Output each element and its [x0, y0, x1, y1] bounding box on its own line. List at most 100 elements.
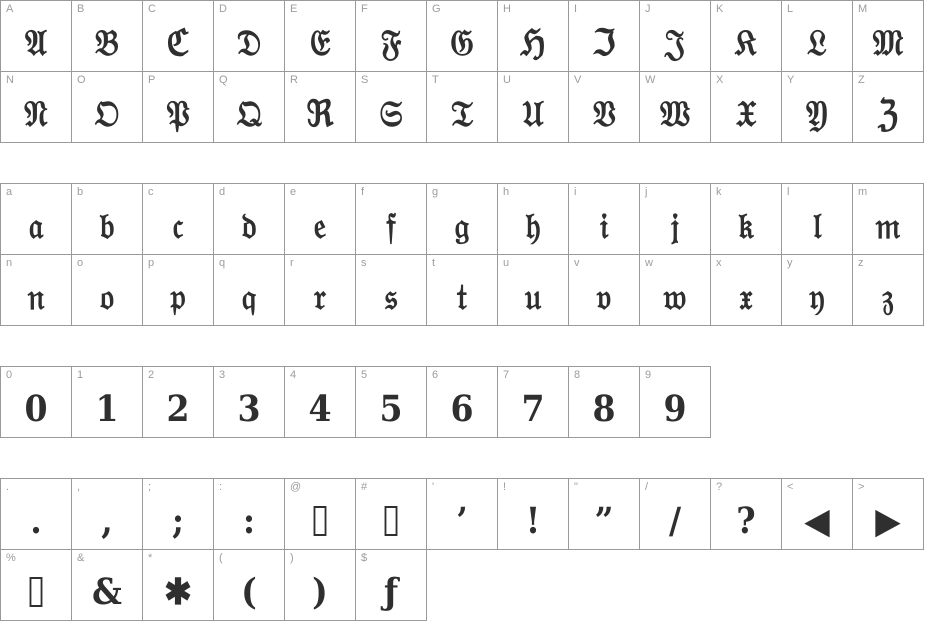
- glyph-sample: ▶: [875, 500, 901, 542]
- glyph-sample: 𝔣: [386, 205, 396, 247]
- glyph-cell[interactable]: N𝔑: [0, 71, 72, 143]
- glyph-cell[interactable]: 33: [213, 366, 285, 438]
- glyph-cell[interactable]: Q𝔔: [213, 71, 285, 143]
- glyph-cell[interactable]: r𝔯: [284, 254, 356, 326]
- glyph-sample: 9: [663, 388, 687, 430]
- glyph-cell[interactable]: #: [355, 478, 427, 550]
- glyph-cell[interactable]: x𝔵: [710, 254, 782, 326]
- glyph-cell[interactable]: n𝔫: [0, 254, 72, 326]
- glyph-cell[interactable]: ;;: [142, 478, 214, 550]
- glyph-cell[interactable]: 44: [284, 366, 356, 438]
- glyph-sample: 𝔪: [875, 205, 901, 247]
- glyph-cell[interactable]: L𝔏: [781, 0, 853, 72]
- glyph-sample: 𝔨: [738, 205, 754, 247]
- glyph-cell[interactable]: 99: [639, 366, 711, 438]
- glyph-sample: 𝔯: [314, 276, 326, 318]
- glyph-cell[interactable]: & &: [71, 549, 143, 621]
- glyph-row: A𝔄B𝔅CℭD𝔇E𝔈F𝔉G𝔊HℌIℑJ𝔍K𝔎L𝔏M𝔐: [0, 0, 938, 72]
- glyph-sample: ?: [736, 500, 756, 542]
- glyph-cell[interactable]: 55: [355, 366, 427, 438]
- glyph-cell[interactable]: g𝔤: [426, 183, 498, 255]
- glyph-sample: 𝔴: [663, 276, 687, 318]
- glyph-cell[interactable]: o𝔬: [71, 254, 143, 326]
- glyph-cell[interactable]: k𝔨: [710, 183, 782, 255]
- glyph-cell[interactable]: l𝔩: [781, 183, 853, 255]
- glyph-cell[interactable]: S𝔖: [355, 71, 427, 143]
- glyph-cell[interactable]: V𝔙: [568, 71, 640, 143]
- glyph-cell[interactable]: p𝔭: [142, 254, 214, 326]
- glyph-cell[interactable]: P𝔓: [142, 71, 214, 143]
- glyph-cell[interactable]: 22: [142, 366, 214, 438]
- glyph-cell[interactable]: G𝔊: [426, 0, 498, 72]
- glyph-cell[interactable]: Rℜ: [284, 71, 356, 143]
- glyph-cell[interactable]: s𝔰: [355, 254, 427, 326]
- glyph-cell[interactable]: @: [284, 478, 356, 550]
- glyph-cell[interactable]: Hℌ: [497, 0, 569, 72]
- glyph-row: a𝔞b𝔟c𝔠d𝔡e𝔢f𝔣g𝔤h𝔥i𝔦j𝔧k𝔨l𝔩m𝔪: [0, 183, 938, 255]
- glyph-cell[interactable]: u𝔲: [497, 254, 569, 326]
- glyph-cell[interactable]: ((: [213, 549, 285, 621]
- glyph-cell[interactable]: A𝔄: [0, 0, 72, 72]
- glyph-cell[interactable]: a𝔞: [0, 183, 72, 255]
- glyph-cell[interactable]: T𝔗: [426, 71, 498, 143]
- glyph-cell[interactable]: m𝔪: [852, 183, 924, 255]
- glyph-cell[interactable]: w𝔴: [639, 254, 711, 326]
- glyph-sample: 𝔩: [812, 205, 822, 247]
- glyph-cell[interactable]: h𝔥: [497, 183, 569, 255]
- glyph-cell[interactable]: i𝔦: [568, 183, 640, 255]
- glyph-cell[interactable]: Y𝔜: [781, 71, 853, 143]
- glyph-cell[interactable]: M𝔐: [852, 0, 924, 72]
- glyph-cell[interactable]: "”: [568, 478, 640, 550]
- glyph-cell[interactable]: '’: [426, 478, 498, 550]
- glyph-cell[interactable]: b𝔟: [71, 183, 143, 255]
- glyph-cell[interactable]: X𝔛: [710, 71, 782, 143]
- missing-glyph-box-icon: [359, 493, 423, 549]
- glyph-cell[interactable]: W𝔚: [639, 71, 711, 143]
- glyph-cell[interactable]: O𝔒: [71, 71, 143, 143]
- glyph-cell[interactable]: ::: [213, 478, 285, 550]
- glyph-cell[interactable]: B𝔅: [71, 0, 143, 72]
- glyph-cell[interactable]: 66: [426, 366, 498, 438]
- glyph-cell[interactable]: v𝔳: [568, 254, 640, 326]
- glyph-sample: 𝔇: [236, 22, 262, 64]
- glyph-cell[interactable]: K𝔎: [710, 0, 782, 72]
- glyph-cell[interactable]: ..: [0, 478, 72, 550]
- glyph-cell[interactable]: / /: [639, 478, 711, 550]
- glyph-cell[interactable]: Cℭ: [142, 0, 214, 72]
- glyph-cell[interactable]: t𝔱: [426, 254, 498, 326]
- glyph-cell[interactable]: 00: [0, 366, 72, 438]
- glyph-cell[interactable]: Zℨ: [852, 71, 924, 143]
- glyph-cell[interactable]: c𝔠: [142, 183, 214, 255]
- glyph-sample: 𝔥: [525, 205, 541, 247]
- glyph-cell[interactable]: j𝔧: [639, 183, 711, 255]
- glyph-cell[interactable]: Iℑ: [568, 0, 640, 72]
- glyph-cell[interactable]: J𝔍: [639, 0, 711, 72]
- glyph-cell[interactable]: U𝔘: [497, 71, 569, 143]
- glyph-cell[interactable]: E𝔈: [284, 0, 356, 72]
- glyph-sample: 𝔟: [99, 205, 115, 247]
- glyph-cell[interactable]: D𝔇: [213, 0, 285, 72]
- glyph-cell[interactable]: d𝔡: [213, 183, 285, 255]
- glyph-cell[interactable]: $ ƒ: [355, 549, 427, 621]
- glyph-cell[interactable]: e𝔢: [284, 183, 356, 255]
- glyph-cell[interactable]: ,,: [71, 478, 143, 550]
- glyph-cell[interactable]: * ✱: [142, 549, 214, 621]
- missing-glyph-box-icon: [288, 493, 352, 549]
- glyph-cell[interactable]: > ▶: [852, 478, 924, 550]
- glyph-sample: 5: [379, 388, 403, 430]
- glyph-cell[interactable]: q𝔮: [213, 254, 285, 326]
- glyph-cell[interactable]: 77: [497, 366, 569, 438]
- glyph-cell[interactable]: 88: [568, 366, 640, 438]
- glyph-sample: 𝔍: [664, 22, 686, 64]
- glyph-cell[interactable]: f𝔣: [355, 183, 427, 255]
- glyph-cell[interactable]: !!: [497, 478, 569, 550]
- glyph-cell[interactable]: z𝔷: [852, 254, 924, 326]
- glyph-cell[interactable]: 11: [71, 366, 143, 438]
- glyph-cell[interactable]: %: [0, 549, 72, 621]
- glyph-cell[interactable]: < ◀: [781, 478, 853, 550]
- glyph-cell[interactable]: F𝔉: [355, 0, 427, 72]
- glyph-cell[interactable]: ??: [710, 478, 782, 550]
- glyph-sample: ,: [101, 500, 113, 542]
- glyph-cell[interactable]: y𝔶: [781, 254, 853, 326]
- glyph-cell[interactable]: )): [284, 549, 356, 621]
